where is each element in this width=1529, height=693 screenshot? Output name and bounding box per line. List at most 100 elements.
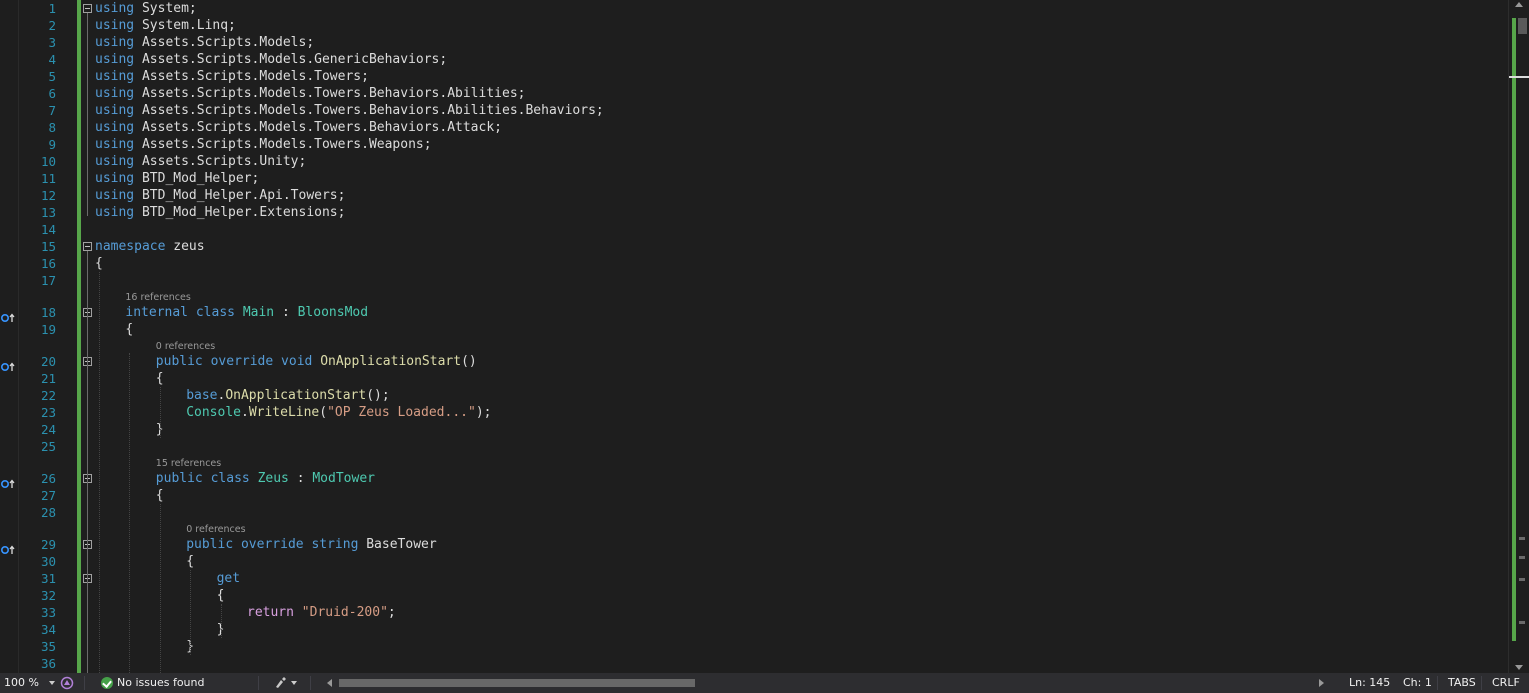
code-line[interactable]: { (186, 553, 194, 570)
code-line[interactable]: public class Zeus : ModTower (156, 470, 375, 487)
code-token: Zeus (257, 471, 289, 486)
code-line[interactable]: get (217, 570, 240, 587)
code-line[interactable]: using Assets.Scripts.Unity; (95, 153, 306, 170)
line-position[interactable]: Ln: 145 (1349, 673, 1390, 693)
code-line[interactable]: { (95, 255, 103, 272)
line-number: 17 (40, 273, 56, 288)
codelens-references[interactable]: 0 references (156, 341, 215, 353)
code-line[interactable]: { (156, 370, 164, 387)
line-number: 30 (40, 554, 56, 569)
indent-guide (220, 604, 222, 638)
line-number: 21 (40, 371, 56, 386)
scroll-down-arrow-icon[interactable] (1515, 665, 1523, 670)
code-token: using (95, 120, 135, 135)
scrollbar-mark (1519, 556, 1525, 559)
code-token: using (95, 188, 135, 203)
line-number: 18 (40, 305, 56, 320)
override-glyph-icon[interactable] (0, 308, 17, 323)
code-line[interactable]: using Assets.Scripts.Models.Towers.Behav… (95, 85, 525, 102)
code-token: using (95, 205, 135, 220)
line-number: 36 (40, 656, 56, 671)
scroll-up-arrow-icon[interactable] (1515, 2, 1523, 7)
code-token: "Druid-200" (301, 605, 388, 620)
line-number: 33 (40, 605, 56, 620)
code-line[interactable]: using System.Linq; (95, 17, 236, 34)
code-line[interactable]: { (156, 487, 164, 504)
code-token: ( (319, 405, 328, 420)
code-line[interactable]: using System; (95, 0, 197, 17)
scroll-right-arrow-icon[interactable] (1319, 679, 1324, 687)
column-position[interactable]: Ch: 1 (1403, 673, 1432, 693)
line-number: 28 (40, 505, 56, 520)
code-cleanup-brush-icon[interactable] (273, 676, 287, 690)
code-token: namespace (95, 239, 166, 254)
code-line[interactable]: using BTD_Mod_Helper.Extensions; (95, 204, 345, 221)
override-glyph-icon[interactable] (0, 540, 17, 555)
code-line[interactable]: using Assets.Scripts.Models.GenericBehav… (95, 51, 447, 68)
override-glyph-icon[interactable] (0, 357, 17, 372)
code-token: override (240, 537, 304, 552)
horizontal-scrollbar-thumb[interactable] (339, 679, 695, 687)
line-number: 25 (40, 439, 56, 454)
code-token: class (195, 305, 235, 320)
override-glyph-icon-svg (0, 479, 15, 489)
code-line[interactable]: base.OnApplicationStart(); (186, 387, 390, 404)
code-line[interactable]: namespace zeus (95, 238, 205, 255)
line-number: 14 (40, 222, 56, 237)
code-line[interactable]: public override void OnApplicationStart(… (156, 353, 477, 370)
scrollbar-thumb[interactable] (1518, 18, 1527, 34)
line-number: 11 (40, 171, 56, 186)
code-line[interactable]: public override string BaseTower (186, 536, 437, 553)
code-line[interactable]: using Assets.Scripts.Models.Towers.Behav… (95, 119, 502, 136)
status-bar: 100 % No issues found Ln: 145 Ch: 1 TABS… (0, 673, 1529, 693)
code-line[interactable]: return "Druid-200"; (247, 604, 396, 621)
code-token: BTD_Mod_Helper.Extensions; (134, 205, 346, 220)
code-token: void (281, 354, 313, 369)
code-token: public (186, 537, 234, 552)
line-number: 4 (48, 52, 56, 67)
code-line[interactable]: using Assets.Scripts.Models; (95, 34, 314, 51)
code-token: return (247, 605, 294, 620)
code-token: { (216, 588, 225, 603)
indentation-mode[interactable]: TABS (1448, 673, 1476, 693)
vertical-scrollbar[interactable] (1508, 0, 1529, 673)
line-number: 3 (48, 35, 56, 50)
code-line[interactable]: { (125, 321, 133, 338)
scroll-left-arrow-icon[interactable] (327, 679, 332, 687)
scrollbar-mark (1519, 621, 1525, 624)
code-line[interactable]: { (217, 587, 225, 604)
intellicode-icon[interactable] (60, 676, 74, 690)
code-line[interactable]: using Assets.Scripts.Models.Towers; (95, 68, 369, 85)
code-token: BloonsMod (297, 305, 369, 320)
zoom-level[interactable]: 100 % (4, 673, 39, 693)
code-cleanup-dropdown-icon[interactable] (291, 681, 297, 685)
indent-guide (190, 570, 192, 655)
codelens-references[interactable]: 15 references (156, 458, 221, 470)
line-number: 2 (48, 18, 56, 33)
line-number: 35 (40, 639, 56, 654)
no-issues-check-icon[interactable] (101, 677, 113, 689)
status-separator (258, 676, 259, 690)
code-token: Assets.Scripts.Models.Towers; (134, 69, 369, 84)
code-line[interactable]: using BTD_Mod_Helper.Api.Towers; (95, 187, 345, 204)
issues-status[interactable]: No issues found (117, 673, 204, 693)
line-endings[interactable]: CRLF (1492, 673, 1520, 693)
code-line[interactable]: using BTD_Mod_Helper; (95, 170, 259, 187)
zoom-dropdown-icon[interactable] (49, 681, 55, 685)
fold-toggle-icon[interactable] (83, 4, 92, 13)
horizontal-scrollbar[interactable] (323, 677, 1328, 689)
code-token: zeus (165, 239, 205, 254)
override-glyph-icon[interactable] (0, 474, 17, 489)
codelens-references[interactable]: 0 references (186, 524, 245, 536)
codelens-references[interactable]: 16 references (125, 292, 190, 304)
code-editor[interactable]: 1 2 3 4 5 6 7 8 9 10 11 12 13 14 15 16 17 18 19 20 21 22 23 24 2… (0, 0, 1529, 673)
code-token: { (125, 322, 134, 337)
code-line[interactable]: internal class Main : BloonsMod (125, 304, 368, 321)
code-line[interactable]: using Assets.Scripts.Models.Towers.Weapo… (95, 136, 432, 153)
code-line[interactable]: using Assets.Scripts.Models.Towers.Behav… (95, 102, 604, 119)
line-number-gutter: 1 2 3 4 5 6 7 8 9 10 11 12 13 14 15 16 17 18 19 20 21 22 23 24 2… (18, 0, 58, 673)
code-line[interactable]: Console.WriteLine("OP Zeus Loaded..."); (186, 404, 491, 421)
fold-toggle-icon[interactable] (83, 242, 92, 251)
